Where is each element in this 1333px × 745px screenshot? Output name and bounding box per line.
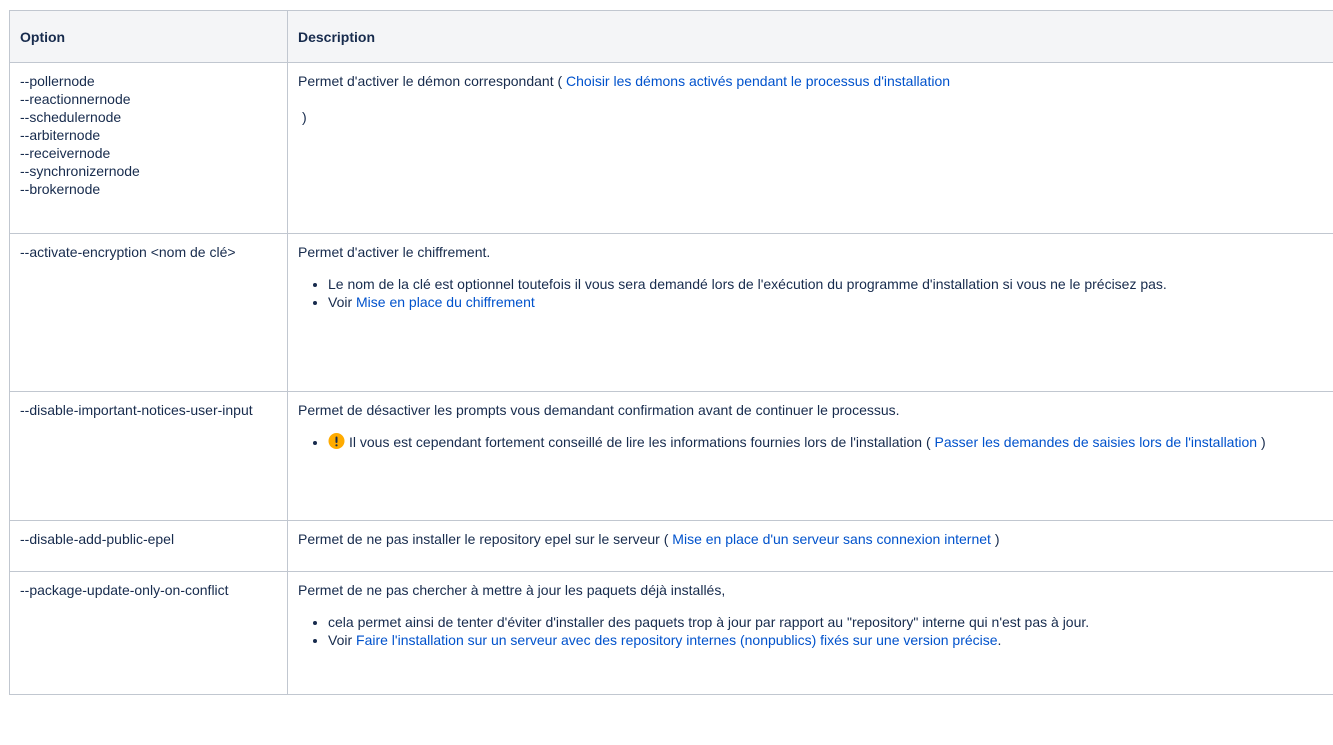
header-description: Description bbox=[287, 10, 1333, 63]
table-header-row: Option Description bbox=[9, 10, 1333, 63]
table-row: --disable-add-public-epel Permet de ne p… bbox=[9, 520, 1333, 572]
option-disable-add-public-epel: --disable-add-public-epel bbox=[9, 520, 288, 572]
description-close: ) bbox=[302, 109, 307, 125]
table-row: --activate-encryption <nom de clé> Perme… bbox=[9, 233, 1333, 392]
table-row: --pollernode --reactionnernode --schedul… bbox=[9, 62, 1333, 234]
list-item: Il vous est cependant fortement conseill… bbox=[328, 433, 1326, 451]
link-mise-en-place-chiffrement[interactable]: Mise en place du chiffrement bbox=[356, 294, 535, 310]
option-disable-important-notices: --disable-important-notices-user-input bbox=[9, 391, 288, 521]
description-text: Permet d'activer le chiffrement. bbox=[298, 244, 491, 260]
option-receivernode: --receivernode bbox=[20, 145, 111, 161]
description-cell: Permet de désactiver les prompts vous de… bbox=[287, 391, 1333, 521]
description-text: Permet de ne pas installer le repository… bbox=[298, 531, 1000, 547]
option-reactionnernode: --reactionnernode bbox=[20, 91, 131, 107]
list-item: Le nom de la clé est optionnel toutefois… bbox=[328, 275, 1326, 293]
list-item: cela permet ainsi de tenter d'éviter d'i… bbox=[328, 613, 1326, 631]
option-cell: --pollernode --reactionnernode --schedul… bbox=[9, 62, 288, 234]
warning-icon bbox=[328, 433, 345, 449]
bullet-list: Le nom de la clé est optionnel toutefois… bbox=[298, 275, 1326, 311]
header-option: Option bbox=[9, 10, 288, 63]
option-activate-encryption: --activate-encryption <nom de clé> bbox=[9, 233, 288, 392]
bullet-list: Il vous est cependant fortement conseill… bbox=[298, 433, 1326, 451]
description-cell: Permet de ne pas chercher à mettre à jou… bbox=[287, 571, 1333, 695]
table-row: --package-update-only-on-conflict Permet… bbox=[9, 571, 1333, 695]
list-item: Voir Faire l'installation sur un serveur… bbox=[328, 631, 1326, 649]
description-cell: Permet de ne pas installer le repository… bbox=[287, 520, 1333, 572]
option-arbiternode: --arbiternode bbox=[20, 127, 101, 143]
description-text: Permet de désactiver les prompts vous de… bbox=[298, 402, 900, 418]
option-schedulernode: --schedulernode bbox=[20, 109, 122, 125]
description-cell: Permet d'activer le chiffrement. Le nom … bbox=[287, 233, 1333, 392]
option-package-update-only-on-conflict: --package-update-only-on-conflict bbox=[9, 571, 288, 695]
link-installation-repository-internes[interactable]: Faire l'installation sur un serveur avec… bbox=[356, 632, 998, 648]
link-choisir-demons[interactable]: Choisir les démons activés pendant le pr… bbox=[566, 73, 950, 89]
bullet-list: cela permet ainsi de tenter d'éviter d'i… bbox=[298, 613, 1326, 649]
description-text: Permet de ne pas chercher à mettre à jou… bbox=[298, 582, 726, 598]
option-pollernode: --pollernode bbox=[20, 73, 95, 89]
description-cell: Permet d'activer le démon correspondant … bbox=[287, 62, 1333, 234]
options-table: Option Description --pollernode --reacti… bbox=[9, 10, 1333, 695]
option-synchronizernode: --synchronizernode bbox=[20, 163, 140, 179]
page: Option Description --pollernode --reacti… bbox=[0, 0, 1333, 745]
link-serveur-sans-connexion[interactable]: Mise en place d'un serveur sans connexio… bbox=[672, 531, 991, 547]
description-text: Permet d'activer le démon correspondant … bbox=[298, 73, 951, 89]
option-brokernode: --brokernode bbox=[20, 181, 101, 197]
list-item: Voir Mise en place du chiffrement bbox=[328, 293, 1326, 311]
table-row: --disable-important-notices-user-input P… bbox=[9, 391, 1333, 521]
link-passer-demandes-saisies[interactable]: Passer les demandes de saisies lors de l… bbox=[935, 434, 1258, 450]
